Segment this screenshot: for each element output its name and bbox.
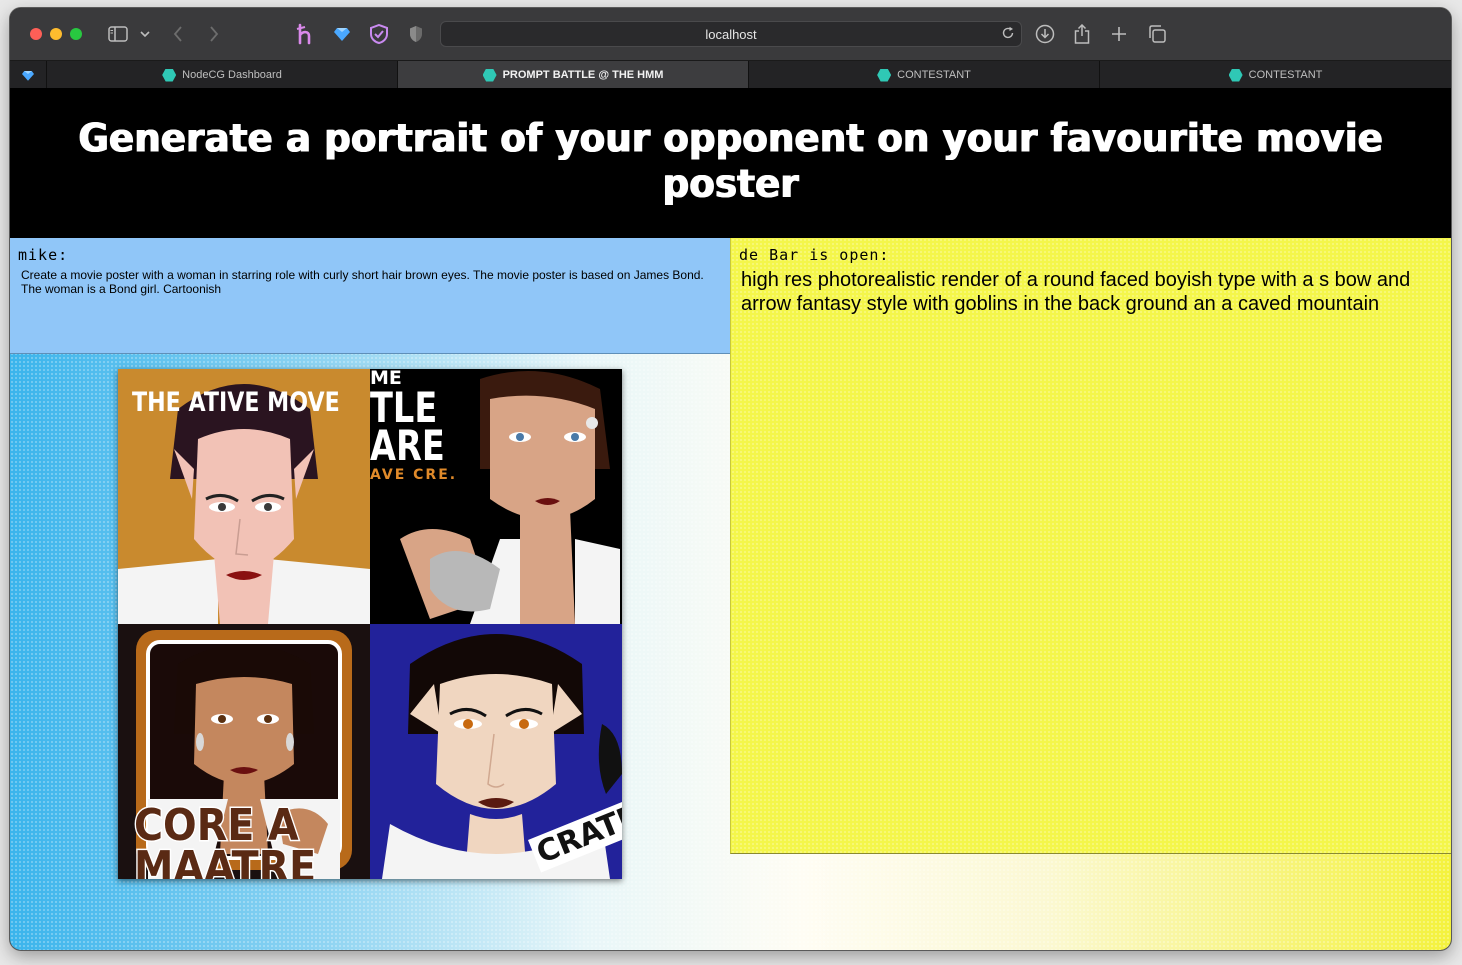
close-window-button[interactable]	[30, 28, 42, 40]
contestant-left-panel: mike: Create a movie poster with a woman…	[10, 238, 730, 354]
tab-prompt-battle[interactable]: PROMPT BATTLE @ THE HMM	[398, 61, 749, 89]
contestant-right-name: de Bar is open:	[739, 246, 890, 264]
address-bar[interactable]: localhost	[440, 21, 1022, 47]
battle-header: Generate a portrait of your opponent on …	[10, 88, 1451, 238]
tab-nodecg-dashboard[interactable]: NodeCG Dashboard	[47, 61, 398, 89]
poster-1-caption: THE ATIVE MOVE	[132, 387, 340, 418]
generated-image-3[interactable]: CORE A MAATRE	[118, 624, 370, 879]
privacy-shield-icon[interactable]	[408, 22, 424, 46]
tab-overview-icon[interactable]	[1146, 22, 1168, 46]
tab-label: CONTESTANT	[897, 69, 971, 81]
poster-2-caption-line-4: AVE CRE.	[370, 467, 458, 483]
contestant-right-panel: de Bar is open: high res photorealistic …	[730, 238, 1451, 854]
generated-image-1[interactable]: THE ATIVE MOVE	[118, 369, 370, 624]
browser-window: localhost NodeCG Dashboard PROMPT BATTLE…	[10, 8, 1451, 950]
shield-extension-icon[interactable]	[368, 22, 390, 46]
new-tab-plus-icon[interactable]	[1110, 22, 1128, 46]
browser-toolbar: localhost	[10, 8, 1451, 60]
tab-label: CONTESTANT	[1248, 69, 1323, 81]
contestant-left-prompt: Create a movie poster with a woman in st…	[21, 268, 704, 296]
poster-3-caption-line-2: MAATRE	[133, 842, 318, 879]
minimize-window-button[interactable]	[50, 28, 62, 40]
generated-image-2[interactable]: ME TLE ARE AVE CRE.	[370, 369, 622, 624]
page-content: Generate a portrait of your opponent on …	[10, 88, 1451, 950]
zoom-window-button[interactable]	[70, 28, 82, 40]
tab-contestant-1[interactable]: CONTESTANT	[749, 61, 1100, 89]
download-icon[interactable]	[1034, 22, 1056, 46]
contestant-right-prompt: high res photorealistic render of a roun…	[741, 269, 1411, 315]
forward-arrow-icon[interactable]	[206, 22, 222, 46]
nodecg-favicon-icon	[877, 68, 892, 82]
tab-label: PROMPT BATTLE @ THE HMM	[502, 69, 664, 81]
extension-h-icon[interactable]	[294, 22, 316, 46]
poster-2-caption-line-3: ARE	[370, 421, 445, 470]
tab-label: NodeCG Dashboard	[182, 69, 282, 81]
url-text: localhost	[705, 27, 757, 42]
share-icon[interactable]	[1072, 22, 1092, 46]
nodecg-favicon-icon	[1228, 68, 1243, 82]
generated-image-grid[interactable]: THE ATIVE MOVE ME TLE ARE AVE CRE. CORE …	[118, 369, 622, 879]
nodecg-favicon-icon	[482, 68, 497, 82]
nodecg-favicon-icon	[162, 68, 177, 82]
reload-icon[interactable]	[1001, 26, 1015, 45]
gem-extension-icon[interactable]	[332, 22, 352, 46]
gem-favicon-icon	[22, 70, 34, 81]
page-title: Generate a portrait of your opponent on …	[78, 115, 1383, 207]
generated-image-4[interactable]: CRATE	[370, 624, 622, 879]
contestant-left-name: mike:	[18, 246, 69, 264]
chevron-down-icon[interactable]	[138, 22, 152, 46]
sidebar-icon[interactable]	[107, 22, 129, 46]
pinned-tab[interactable]	[10, 61, 47, 89]
tab-contestant-2[interactable]: CONTESTANT	[1100, 61, 1451, 89]
back-arrow-icon[interactable]	[170, 22, 186, 46]
tab-bar: NodeCG Dashboard PROMPT BATTLE @ THE HMM…	[10, 60, 1451, 89]
